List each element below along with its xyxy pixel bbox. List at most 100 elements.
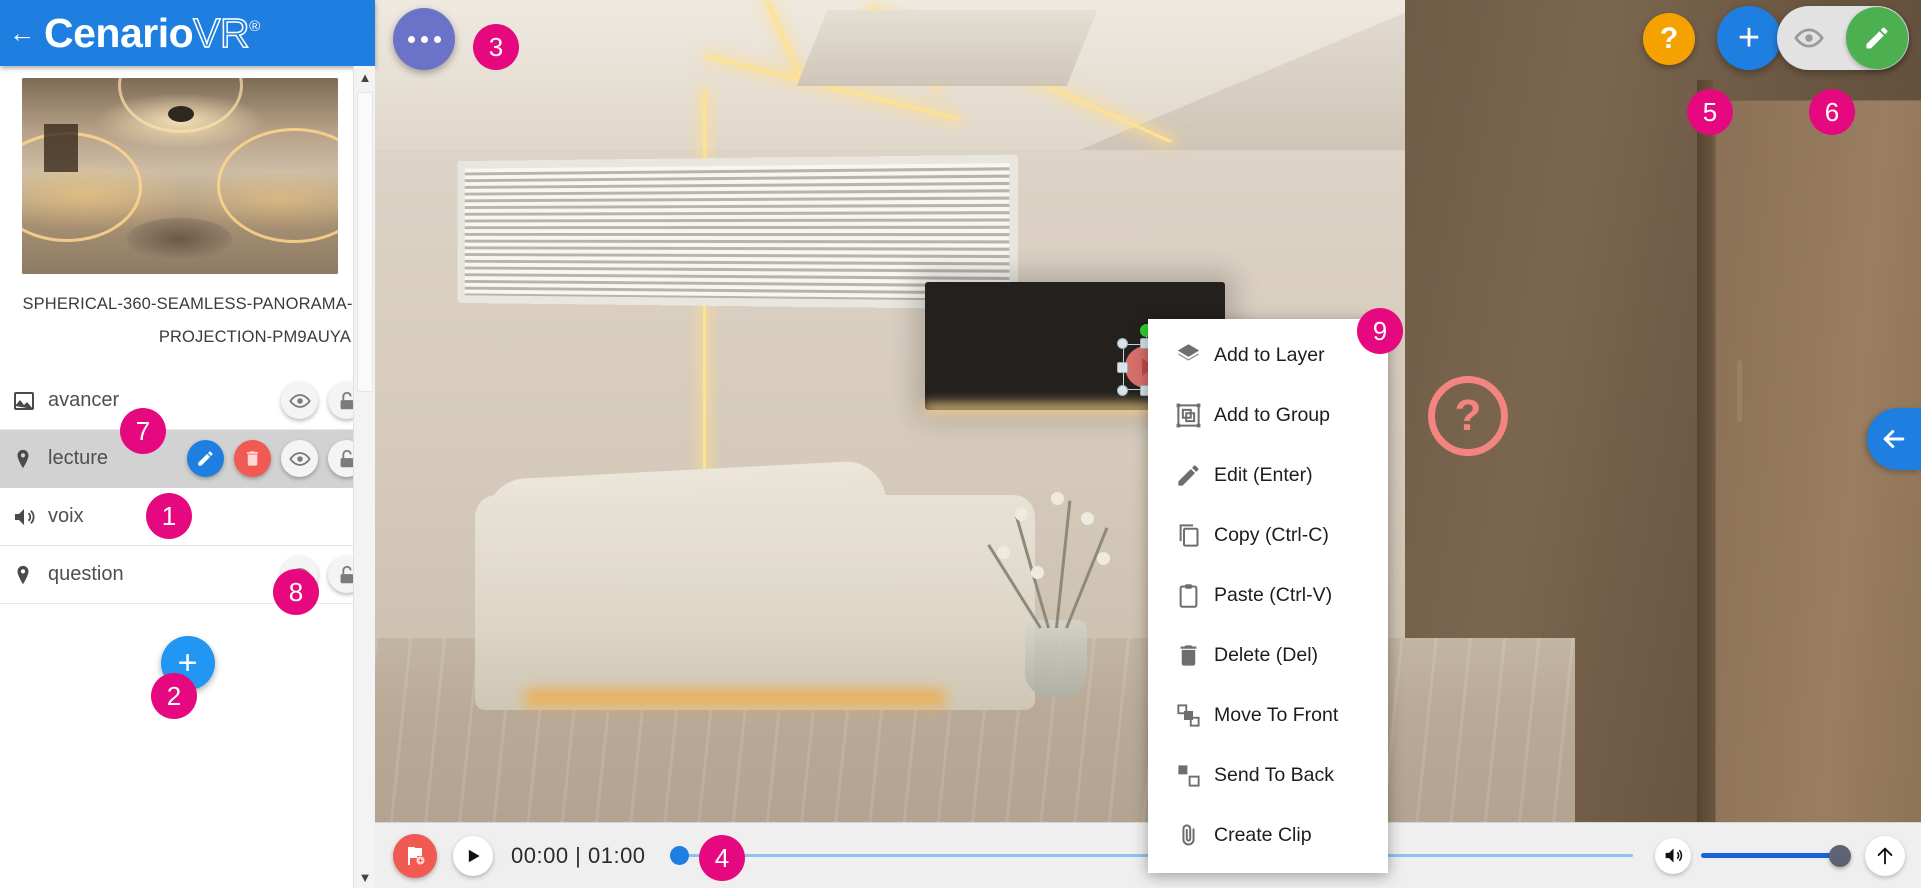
play-icon[interactable]	[453, 836, 493, 876]
context-menu-label: Create Clip	[1214, 824, 1312, 847]
time-display: 00:00 | 01:00	[511, 843, 646, 869]
group-icon	[1162, 402, 1214, 429]
annotation-badge-2: 2	[151, 673, 197, 719]
layer-row-lecture[interactable]: lecture	[0, 430, 375, 488]
brand-name-bold: Cenario	[44, 10, 193, 57]
scene-plant-flower	[1015, 508, 1028, 521]
thumb-decor-floor	[127, 218, 232, 260]
eye-icon[interactable]	[281, 440, 318, 477]
sidebar-scrollbar[interactable]: ▲ ▼	[353, 66, 375, 888]
resize-handle-bl[interactable]	[1117, 385, 1128, 396]
send-back-icon	[1162, 762, 1214, 789]
scene-sofa	[475, 495, 1035, 710]
brand-name-outline: VR	[193, 10, 249, 57]
scene-door-handle	[1737, 360, 1742, 422]
volume-slider[interactable]	[1701, 839, 1851, 873]
dot	[421, 36, 428, 43]
pencil-icon[interactable]	[1846, 7, 1908, 69]
annotation-badge-1: 1	[146, 493, 192, 539]
layer-row-avancer[interactable]: avancer	[0, 372, 375, 430]
volume-icon[interactable]	[1655, 838, 1691, 874]
scene-plant-flower	[1081, 512, 1094, 525]
arrow-left-icon[interactable]	[1867, 408, 1921, 470]
arrow-up-icon[interactable]	[1865, 836, 1905, 876]
context-menu-label: Add to Layer	[1214, 344, 1325, 367]
annotation-badge-9: 9	[1357, 308, 1403, 354]
back-arrow-icon[interactable]: ←	[0, 0, 44, 66]
add-flag-icon[interactable]	[393, 834, 437, 878]
resize-handle-tl[interactable]	[1117, 338, 1128, 349]
scene-title: SPHERICAL-360-SEAMLESS-PANORAMA- PROJECT…	[0, 288, 375, 354]
help-button[interactable]: ?	[1643, 13, 1695, 65]
scene-plant-flower	[1051, 492, 1064, 505]
mode-toggle[interactable]	[1777, 6, 1909, 70]
context-menu-item-create-clip[interactable]: Create Clip	[1148, 805, 1388, 865]
more-options-icon[interactable]	[393, 8, 455, 70]
clipboard-icon	[1162, 582, 1214, 609]
app-root: ← Cenario VR ® SPHERICAL-360-SEAMLESS-PANO…	[0, 0, 1921, 888]
scene-title-line1: SPHERICAL-360-SEAMLESS-PANORAMA-	[18, 288, 357, 321]
scroll-down-icon[interactable]: ▼	[354, 866, 376, 888]
resize-handle-ml[interactable]	[1117, 362, 1128, 373]
context-menu-label: Copy (Ctrl-C)	[1214, 524, 1329, 547]
context-menu-item-delete[interactable]: Delete (Del)	[1148, 625, 1388, 685]
scroll-up-icon[interactable]: ▲	[354, 66, 376, 88]
annotation-badge-6: 6	[1809, 89, 1855, 135]
layer-label: voix	[48, 505, 84, 528]
edit-layer-button[interactable]	[187, 440, 224, 477]
context-menu-label: Paste (Ctrl-V)	[1214, 584, 1332, 607]
scene-thumbnail[interactable]	[22, 78, 338, 274]
volume-thumb[interactable]	[1829, 845, 1851, 867]
dot	[408, 36, 415, 43]
eye-icon[interactable]	[281, 382, 318, 419]
layer-label: question	[48, 563, 124, 586]
layer-list: avancer lecture voix question	[0, 372, 375, 604]
scene-title-line2: PROJECTION-PM9AUYA	[18, 321, 357, 354]
annotation-badge-4: 4	[699, 835, 745, 881]
scene-ceiling-vent	[797, 10, 1098, 86]
question-hotspot[interactable]: ?	[1428, 376, 1508, 456]
image-icon	[12, 389, 46, 413]
annotation-badge-5: 5	[1687, 89, 1733, 135]
thumb-decor-dark	[44, 124, 78, 172]
context-menu[interactable]: Add to Layer Add to Group Edit (Enter) C…	[1148, 319, 1388, 873]
thumb-decor-knob	[168, 106, 194, 122]
scene-vase	[1025, 620, 1087, 698]
layers-icon	[1162, 342, 1214, 369]
move-front-icon	[1162, 702, 1214, 729]
annotation-badge-7: 7	[120, 408, 166, 454]
speaker-icon	[12, 505, 46, 529]
trash-icon	[1162, 642, 1214, 669]
context-menu-label: Delete (Del)	[1214, 644, 1318, 667]
scene-door-edge	[1697, 80, 1713, 878]
scene-plant-flower	[997, 546, 1010, 559]
scrollbar-thumb[interactable]	[357, 92, 373, 392]
context-menu-item-add-to-layer[interactable]: Add to Layer	[1148, 325, 1388, 385]
scene-plant-flower	[1031, 566, 1044, 579]
context-menu-item-send-to-back[interactable]: Send To Back	[1148, 745, 1388, 805]
context-menu-item-edit[interactable]: Edit (Enter)	[1148, 445, 1388, 505]
context-menu-item-add-to-group[interactable]: Add to Group	[1148, 385, 1388, 445]
context-menu-item-copy[interactable]: Copy (Ctrl-C)	[1148, 505, 1388, 565]
scene-blinds	[465, 163, 1010, 301]
brand-registered-mark: ®	[249, 18, 260, 35]
scene-thumbnail-wrap[interactable]	[0, 66, 375, 274]
add-object-button[interactable]: +	[1717, 6, 1781, 70]
context-menu-label: Edit (Enter)	[1214, 464, 1313, 487]
context-menu-item-paste[interactable]: Paste (Ctrl-V)	[1148, 565, 1388, 625]
delete-layer-button[interactable]	[234, 440, 271, 477]
dot	[434, 36, 441, 43]
scene-sofa-glow	[525, 690, 945, 706]
context-menu-label: Move To Front	[1214, 704, 1338, 727]
layer-label: avancer	[48, 389, 119, 412]
brand-logo[interactable]: Cenario VR ®	[44, 10, 260, 57]
seek-thumb[interactable]	[670, 846, 689, 865]
eye-icon[interactable]	[1777, 23, 1841, 53]
scene-plant-flower	[1097, 552, 1110, 565]
pin-icon	[12, 448, 46, 470]
layer-label: lecture	[48, 447, 108, 470]
context-menu-item-move-to-front[interactable]: Move To Front	[1148, 685, 1388, 745]
brand-bar: ← Cenario VR ®	[0, 0, 375, 66]
paperclip-icon	[1162, 822, 1214, 849]
layer-actions	[187, 440, 365, 477]
